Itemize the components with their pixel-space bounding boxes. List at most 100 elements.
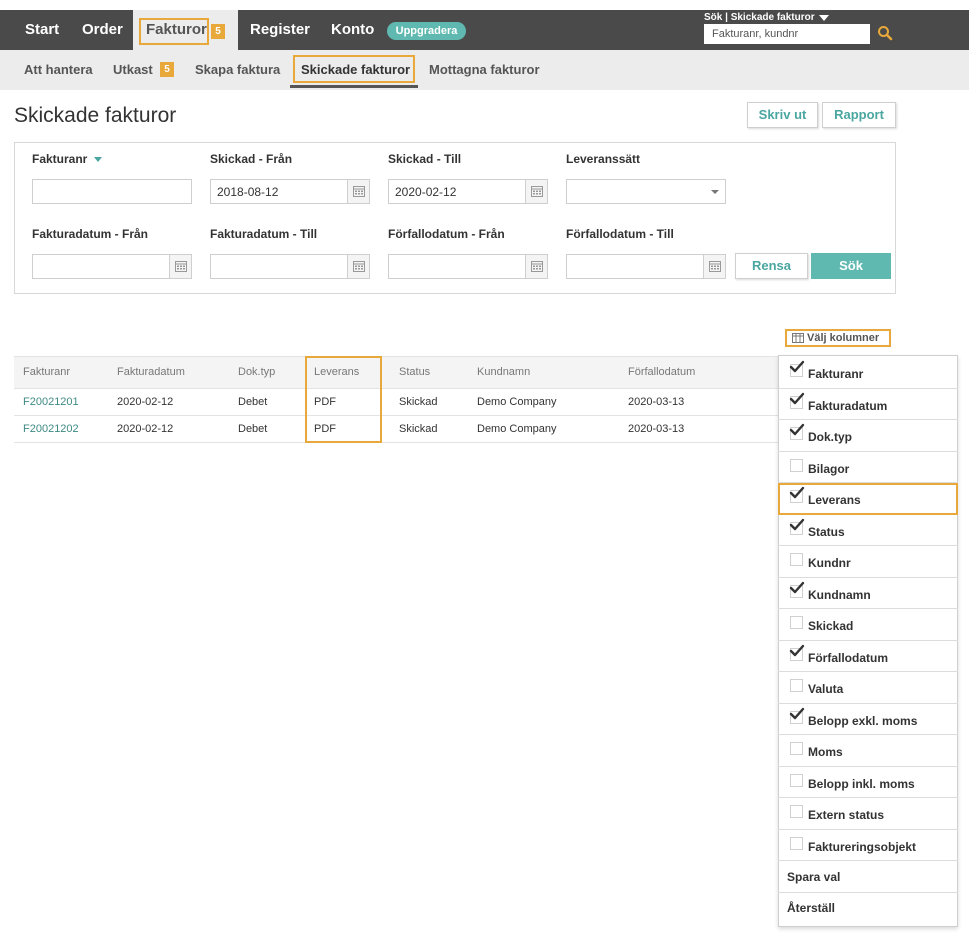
skickad-fran-field[interactable] [210,179,370,204]
report-button[interactable]: Rapport [822,102,896,128]
fakturadatum-till-field[interactable] [210,254,370,279]
column-option-label: Extern status [808,808,885,822]
column-header-fakturadatum[interactable]: Fakturadatum [117,366,185,378]
column-option-label: Fakturadatum [808,398,888,413]
column-checkbox[interactable] [790,836,803,850]
table-cell: 2020-02-12 [117,423,174,435]
fakturadatum-fran-label: Fakturadatum - Från [32,227,149,241]
column-option[interactable]: Fakturadatum [778,389,958,420]
skickad-fran-label: Skickad - Från [210,152,293,166]
column-checkbox[interactable] [790,458,803,472]
top-rule [0,0,969,10]
fakturanr-label[interactable]: Fakturanr [32,152,87,166]
fakturadatum-fran-field[interactable] [32,254,192,279]
column-checkbox[interactable] [790,679,803,692]
column-checkbox[interactable] [790,805,803,818]
table-cell: Skickad [399,423,438,435]
table-cell: Debet [238,396,268,408]
invoice-number-link[interactable]: F20021201 [23,396,79,408]
calendar-icon[interactable] [525,255,547,278]
column-option[interactable]: Extern status [778,798,958,830]
column-header-kundnamn[interactable]: Kundnamn [477,366,530,378]
subnav-skickade-fakturor[interactable]: Skickade fakturor [301,61,410,79]
search-scope-label[interactable]: Sök | Skickade fakturor [704,12,815,23]
column-option[interactable]: Moms [778,735,958,767]
fakturor-badge: 5 [211,24,225,39]
nav-start[interactable]: Start [25,10,59,50]
table-cell: 2020-03-13 [628,396,685,408]
column-option[interactable]: Kundnamn [778,578,958,609]
column-option[interactable]: Bilagor [778,452,958,483]
choose-columns-label: Välj kolumner [807,332,880,344]
forfallodatum-till-label: Förfallodatum - Till [566,227,674,241]
nav-order[interactable]: Order [82,10,123,50]
subnav-att-hantera[interactable]: Att hantera [24,61,93,79]
checkmark-icon [789,707,805,719]
search-button[interactable]: Sök [811,253,891,279]
forfallodatum-till-field[interactable] [566,254,726,279]
column-checkbox[interactable] [790,742,803,755]
print-button[interactable]: Skriv ut [747,102,818,128]
nav-konto[interactable]: Konto [331,10,374,50]
subnav-active-underline [290,85,418,88]
column-option-label: Moms [808,745,843,759]
forfallodatum-fran-field[interactable] [388,254,548,279]
leveranssatt-select[interactable] [566,179,726,204]
calendar-icon[interactable] [169,255,191,278]
column-checkbox[interactable] [790,553,803,566]
column-option-label: Status [808,524,845,539]
chevron-down-icon[interactable] [711,190,719,194]
leverans-column-highlight [305,356,382,443]
column-option[interactable]: Kundnr [778,546,958,578]
subnav-utkast[interactable]: Utkast [113,61,153,79]
fakturanr-field[interactable] [32,179,192,204]
chevron-down-icon[interactable] [819,15,829,21]
column-header-status[interactable]: Status [399,366,430,378]
calendar-icon[interactable] [347,255,369,278]
column-option[interactable]: Belopp exkl. moms [778,704,958,735]
invoice-number-link[interactable]: F20021202 [23,423,79,435]
reset-button[interactable]: Återställ [787,901,835,915]
checkmark-icon [789,644,805,656]
calendar-icon[interactable] [525,180,547,203]
calendar-icon[interactable] [347,180,369,203]
column-option[interactable]: Belopp inkl. moms [778,767,958,798]
column-option[interactable]: Förfallodatum [778,641,958,672]
forfallodatum-fran-label: Förfallodatum - Från [388,227,505,241]
column-option[interactable]: Fakturanr [778,357,958,389]
leveranssatt-label: Leveranssätt [566,152,641,166]
column-checkbox[interactable] [790,616,803,629]
leverans-option-highlight [778,483,958,515]
choose-columns-button[interactable]: Välj kolumner [785,329,891,347]
column-header-doktyp[interactable]: Dok.typ [238,366,275,378]
save-selection-button[interactable]: Spara val [787,870,840,884]
upgrade-button[interactable]: Uppgradera [387,22,466,40]
column-option[interactable]: Status [778,515,958,546]
subnav-skapa-faktura[interactable]: Skapa faktura [195,61,280,79]
chevron-down-icon[interactable] [94,157,102,162]
column-option[interactable]: Skickad [778,609,958,641]
columns-icon [792,333,804,343]
table-cell: Skickad [399,396,438,408]
search-icon[interactable] [877,25,893,41]
column-option[interactable]: Valuta [778,672,958,704]
subnav-mottagna-fakturor[interactable]: Mottagna fakturor [429,61,540,79]
column-checkbox[interactable] [790,773,803,787]
column-option-label: Kundnr [808,556,851,570]
skickad-till-label: Skickad - Till [388,152,462,166]
calendar-icon[interactable] [703,255,725,278]
checkmark-icon [789,392,805,404]
column-option-label: Kundnamn [808,587,871,602]
column-option[interactable]: Dok.typ [778,420,958,452]
column-header-forfallodatum[interactable]: Förfallodatum [628,366,695,378]
skickad-till-field[interactable] [388,179,548,204]
checkmark-icon [789,360,805,373]
checkmark-icon [789,581,805,593]
search-input[interactable] [704,24,870,44]
nav-register[interactable]: Register [250,10,310,50]
column-option[interactable]: Faktureringsobjekt [778,830,958,861]
column-header-fakturanr[interactable]: Fakturanr [23,366,70,378]
column-option-label: Bilagor [808,461,850,476]
clear-button[interactable]: Rensa [735,253,808,279]
checkmark-icon [789,423,805,436]
